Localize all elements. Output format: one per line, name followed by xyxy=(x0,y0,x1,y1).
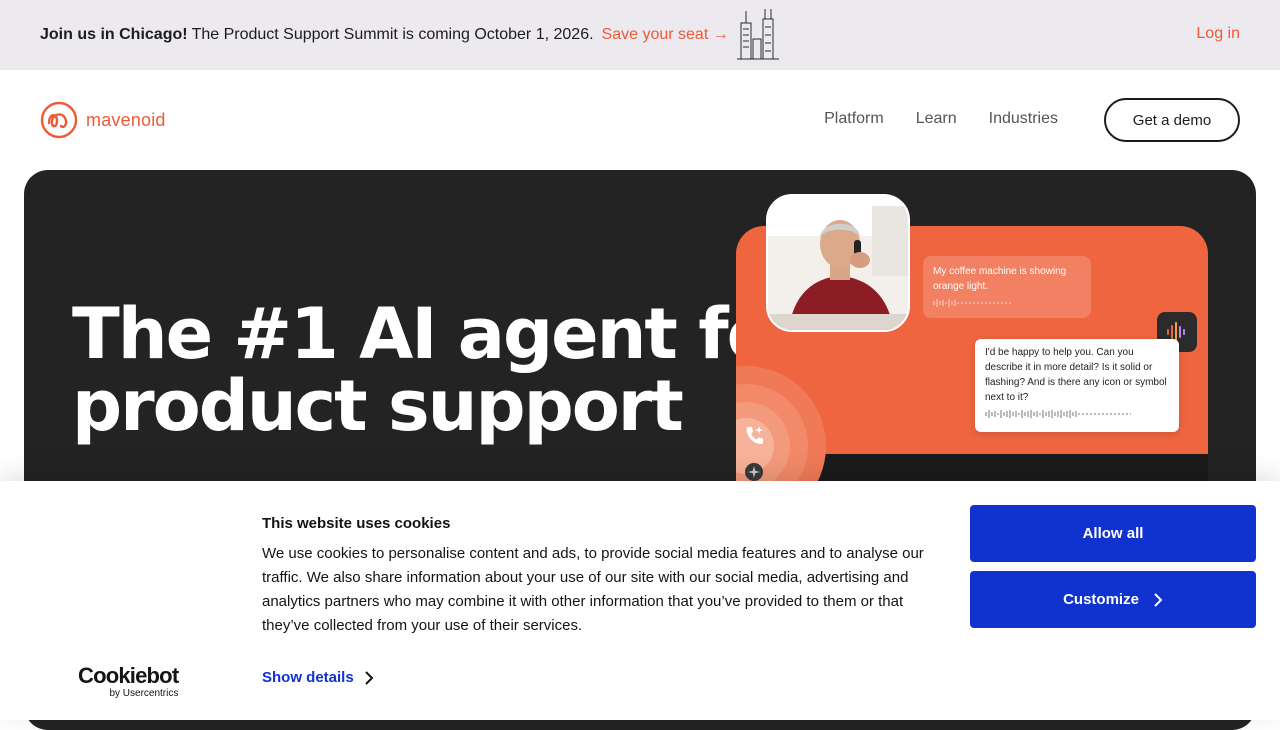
voice-wave-icon xyxy=(933,299,1013,307)
announcement-text: The Product Support Summit is coming Oct… xyxy=(191,26,594,43)
hero-title-line-1: The #1 AI agent for xyxy=(72,293,807,375)
cookie-title: This website uses cookies xyxy=(262,515,451,532)
customer-message-text: My coffee machine is showing orange ligh… xyxy=(933,266,1067,292)
chevron-right-icon xyxy=(1154,592,1163,607)
hero-title-line-2: product support xyxy=(72,365,684,447)
mavenoid-logo-icon xyxy=(40,101,78,139)
phone-icon xyxy=(746,426,763,444)
cookiebot-logo: Cookiebot by Usercentrics xyxy=(78,663,179,700)
announcement-bar: Join us in Chicago! The Product Support … xyxy=(0,0,1280,70)
chicago-skyline-icon xyxy=(736,9,779,60)
cookie-banner: Cookiebot by Usercentrics This website u… xyxy=(0,481,1280,720)
nav-platform[interactable]: Platform xyxy=(824,110,884,128)
customer-photo xyxy=(766,194,910,332)
brand-logo[interactable]: mavenoid xyxy=(40,101,166,139)
nav-learn[interactable]: Learn xyxy=(916,110,957,128)
cookie-description: We use cookies to personalise content an… xyxy=(262,545,924,634)
agent-message-text: I'd be happy to help you. Can you descri… xyxy=(985,347,1167,403)
voice-wave-icon xyxy=(985,410,1131,418)
chevron-right-icon xyxy=(364,670,374,685)
brand-name: mavenoid xyxy=(86,109,166,130)
customer-message-bubble: My coffee machine is showing orange ligh… xyxy=(923,256,1091,318)
main-nav: Platform Learn Industries xyxy=(824,110,1058,128)
sparkle-icon xyxy=(745,463,763,481)
announcement-bold: Join us in Chicago! xyxy=(40,26,188,43)
hero-title: The #1 AI agent for product support xyxy=(72,298,807,442)
login-link[interactable]: Log in xyxy=(1196,25,1240,43)
customize-button[interactable]: Customize xyxy=(970,571,1256,628)
customize-label: Customize xyxy=(1063,591,1139,608)
site-header: mavenoid Platform Learn Industries Get a… xyxy=(0,70,1280,170)
cookiebot-byline: by Usercentrics xyxy=(109,688,179,699)
agent-message-bubble: I'd be happy to help you. Can you descri… xyxy=(975,339,1179,432)
cookiebot-brand: Cookiebot xyxy=(78,663,179,688)
allow-all-button[interactable]: Allow all xyxy=(970,505,1256,562)
show-details-link[interactable]: Show details xyxy=(262,669,374,686)
show-details-label: Show details xyxy=(262,669,354,686)
save-seat-link[interactable]: Save your seat → xyxy=(602,26,729,44)
nav-industries[interactable]: Industries xyxy=(989,110,1058,128)
get-demo-button[interactable]: Get a demo xyxy=(1104,98,1240,142)
